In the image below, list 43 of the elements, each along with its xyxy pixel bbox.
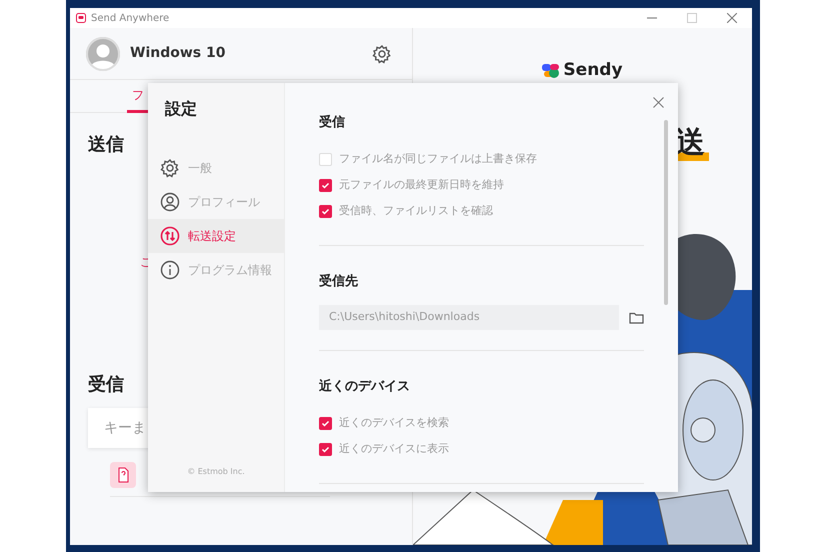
settings-nav-item[interactable]: 転送設定 <box>148 219 284 253</box>
settings-nav-item[interactable]: 一般 <box>148 151 284 185</box>
checkbox[interactable] <box>319 153 332 166</box>
transfer-icon <box>160 226 180 246</box>
option-label: 近くのデバイスに表示 <box>339 441 449 458</box>
close-icon[interactable] <box>727 13 737 23</box>
section-heading: 受信先 <box>319 272 359 290</box>
window-title: Send Anywhere <box>91 12 170 26</box>
scrollbar[interactable] <box>664 120 668 305</box>
close-icon <box>653 97 664 108</box>
avatar-icon <box>86 36 120 70</box>
close-button[interactable] <box>651 95 666 110</box>
sendy-logo-icon <box>542 62 560 79</box>
settings-icon[interactable] <box>372 44 392 64</box>
path-field: C:\Users\hitoshi\Downloads <box>319 305 619 330</box>
checkbox[interactable] <box>319 417 332 430</box>
option-label: 元ファイルの最終更新日時を維持 <box>339 177 504 194</box>
checkbox[interactable] <box>319 179 332 192</box>
copyright-text: © Estmob Inc. <box>186 466 246 478</box>
checkbox[interactable] <box>319 443 332 456</box>
app-logo-icon <box>76 13 86 23</box>
profile-name: Windows 10 <box>130 44 226 63</box>
settings-nav-item[interactable]: プロフィール <box>148 185 284 219</box>
section-heading: 受信 <box>319 114 346 132</box>
settings-icon <box>160 158 180 178</box>
check-icon <box>321 445 330 454</box>
dialog-title: 設定 <box>164 98 198 120</box>
option-label: 受信時、ファイルリストを確認 <box>339 203 493 220</box>
file-icon <box>110 462 136 488</box>
checkbox[interactable] <box>319 205 332 218</box>
logo-text: Sendy <box>563 59 623 82</box>
folder-icon[interactable] <box>629 311 644 324</box>
info-icon <box>160 260 180 280</box>
check-icon <box>321 419 330 428</box>
option-label: 近くのデバイスを検索 <box>339 415 449 432</box>
option-label: ファイル名が同じファイルは上書き保存 <box>339 151 537 168</box>
settings-nav-item[interactable]: プログラム情報 <box>148 253 284 287</box>
check-icon <box>321 207 330 216</box>
section-heading: 近くのデバイス <box>319 378 411 396</box>
section-title: 受信 <box>88 373 124 397</box>
section-title: 送信 <box>88 133 124 157</box>
check-icon <box>321 181 330 190</box>
person-icon <box>160 192 180 212</box>
